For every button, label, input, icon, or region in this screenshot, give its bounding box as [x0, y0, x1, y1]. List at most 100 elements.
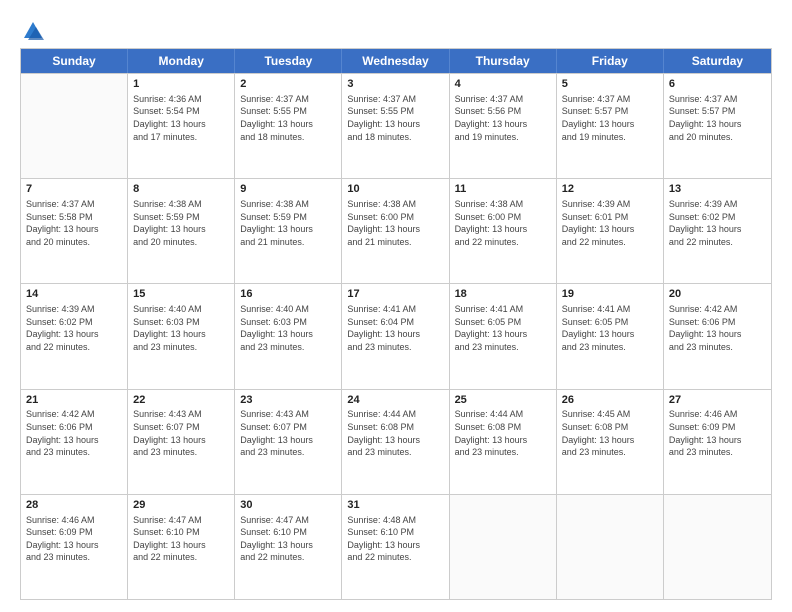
cal-cell: 3Sunrise: 4:37 AM Sunset: 5:55 PM Daylig…: [342, 74, 449, 178]
cal-row-0: 1Sunrise: 4:36 AM Sunset: 5:54 PM Daylig…: [21, 73, 771, 178]
cal-cell: 18Sunrise: 4:41 AM Sunset: 6:05 PM Dayli…: [450, 284, 557, 388]
cell-date: 22: [133, 393, 229, 408]
cell-date: 18: [455, 287, 551, 302]
cal-cell: 1Sunrise: 4:36 AM Sunset: 5:54 PM Daylig…: [128, 74, 235, 178]
cal-cell: 23Sunrise: 4:43 AM Sunset: 6:07 PM Dayli…: [235, 390, 342, 494]
cal-cell: 2Sunrise: 4:37 AM Sunset: 5:55 PM Daylig…: [235, 74, 342, 178]
cell-date: 24: [347, 393, 443, 408]
cell-date: 30: [240, 498, 336, 513]
cal-cell: [557, 495, 664, 599]
cell-info: Sunrise: 4:37 AM Sunset: 5:56 PM Dayligh…: [455, 93, 551, 143]
cell-date: 3: [347, 77, 443, 92]
cell-info: Sunrise: 4:44 AM Sunset: 6:08 PM Dayligh…: [455, 408, 551, 458]
cal-cell: [664, 495, 771, 599]
cal-cell: 16Sunrise: 4:40 AM Sunset: 6:03 PM Dayli…: [235, 284, 342, 388]
cell-date: 12: [562, 182, 658, 197]
cell-info: Sunrise: 4:46 AM Sunset: 6:09 PM Dayligh…: [669, 408, 766, 458]
cal-cell: 8Sunrise: 4:38 AM Sunset: 5:59 PM Daylig…: [128, 179, 235, 283]
cell-date: 6: [669, 77, 766, 92]
calendar-header-row: SundayMondayTuesdayWednesdayThursdayFrid…: [21, 49, 771, 73]
cell-date: 31: [347, 498, 443, 513]
cell-info: Sunrise: 4:38 AM Sunset: 5:59 PM Dayligh…: [240, 198, 336, 248]
cell-info: Sunrise: 4:41 AM Sunset: 6:04 PM Dayligh…: [347, 303, 443, 353]
cell-info: Sunrise: 4:43 AM Sunset: 6:07 PM Dayligh…: [240, 408, 336, 458]
cell-date: 27: [669, 393, 766, 408]
cell-info: Sunrise: 4:38 AM Sunset: 6:00 PM Dayligh…: [347, 198, 443, 248]
cell-info: Sunrise: 4:38 AM Sunset: 5:59 PM Dayligh…: [133, 198, 229, 248]
cell-info: Sunrise: 4:39 AM Sunset: 6:02 PM Dayligh…: [669, 198, 766, 248]
cal-cell: [21, 74, 128, 178]
cell-date: 16: [240, 287, 336, 302]
cell-date: 5: [562, 77, 658, 92]
cal-cell: 9Sunrise: 4:38 AM Sunset: 5:59 PM Daylig…: [235, 179, 342, 283]
cell-info: Sunrise: 4:36 AM Sunset: 5:54 PM Dayligh…: [133, 93, 229, 143]
cell-info: Sunrise: 4:39 AM Sunset: 6:02 PM Dayligh…: [26, 303, 122, 353]
cal-header-wednesday: Wednesday: [342, 49, 449, 73]
cell-info: Sunrise: 4:37 AM Sunset: 5:58 PM Dayligh…: [26, 198, 122, 248]
cell-info: Sunrise: 4:37 AM Sunset: 5:57 PM Dayligh…: [669, 93, 766, 143]
cal-cell: 13Sunrise: 4:39 AM Sunset: 6:02 PM Dayli…: [664, 179, 771, 283]
cell-date: 15: [133, 287, 229, 302]
cell-info: Sunrise: 4:42 AM Sunset: 6:06 PM Dayligh…: [26, 408, 122, 458]
cal-row-4: 28Sunrise: 4:46 AM Sunset: 6:09 PM Dayli…: [21, 494, 771, 599]
logo-icon: [22, 20, 44, 42]
page: SundayMondayTuesdayWednesdayThursdayFrid…: [0, 0, 792, 612]
cell-date: 8: [133, 182, 229, 197]
cal-cell: 30Sunrise: 4:47 AM Sunset: 6:10 PM Dayli…: [235, 495, 342, 599]
cal-cell: 17Sunrise: 4:41 AM Sunset: 6:04 PM Dayli…: [342, 284, 449, 388]
cal-cell: 22Sunrise: 4:43 AM Sunset: 6:07 PM Dayli…: [128, 390, 235, 494]
cal-cell: [450, 495, 557, 599]
calendar: SundayMondayTuesdayWednesdayThursdayFrid…: [20, 48, 772, 600]
cal-row-1: 7Sunrise: 4:37 AM Sunset: 5:58 PM Daylig…: [21, 178, 771, 283]
calendar-body: 1Sunrise: 4:36 AM Sunset: 5:54 PM Daylig…: [21, 73, 771, 599]
cell-date: 14: [26, 287, 122, 302]
cell-date: 19: [562, 287, 658, 302]
header: [20, 16, 772, 42]
cell-info: Sunrise: 4:42 AM Sunset: 6:06 PM Dayligh…: [669, 303, 766, 353]
cell-info: Sunrise: 4:46 AM Sunset: 6:09 PM Dayligh…: [26, 514, 122, 564]
cell-info: Sunrise: 4:40 AM Sunset: 6:03 PM Dayligh…: [240, 303, 336, 353]
cell-info: Sunrise: 4:37 AM Sunset: 5:55 PM Dayligh…: [240, 93, 336, 143]
cell-date: 29: [133, 498, 229, 513]
cal-header-monday: Monday: [128, 49, 235, 73]
cal-cell: 11Sunrise: 4:38 AM Sunset: 6:00 PM Dayli…: [450, 179, 557, 283]
cell-info: Sunrise: 4:41 AM Sunset: 6:05 PM Dayligh…: [562, 303, 658, 353]
cell-date: 1: [133, 77, 229, 92]
cal-cell: 25Sunrise: 4:44 AM Sunset: 6:08 PM Dayli…: [450, 390, 557, 494]
cal-cell: 15Sunrise: 4:40 AM Sunset: 6:03 PM Dayli…: [128, 284, 235, 388]
cal-row-3: 21Sunrise: 4:42 AM Sunset: 6:06 PM Dayli…: [21, 389, 771, 494]
cell-info: Sunrise: 4:37 AM Sunset: 5:55 PM Dayligh…: [347, 93, 443, 143]
cell-info: Sunrise: 4:38 AM Sunset: 6:00 PM Dayligh…: [455, 198, 551, 248]
cell-info: Sunrise: 4:39 AM Sunset: 6:01 PM Dayligh…: [562, 198, 658, 248]
cell-date: 4: [455, 77, 551, 92]
cell-date: 10: [347, 182, 443, 197]
cell-date: 11: [455, 182, 551, 197]
cell-info: Sunrise: 4:47 AM Sunset: 6:10 PM Dayligh…: [240, 514, 336, 564]
cell-info: Sunrise: 4:44 AM Sunset: 6:08 PM Dayligh…: [347, 408, 443, 458]
cal-cell: 19Sunrise: 4:41 AM Sunset: 6:05 PM Dayli…: [557, 284, 664, 388]
cal-cell: 10Sunrise: 4:38 AM Sunset: 6:00 PM Dayli…: [342, 179, 449, 283]
cell-info: Sunrise: 4:47 AM Sunset: 6:10 PM Dayligh…: [133, 514, 229, 564]
cell-date: 13: [669, 182, 766, 197]
cell-date: 25: [455, 393, 551, 408]
cal-cell: 31Sunrise: 4:48 AM Sunset: 6:10 PM Dayli…: [342, 495, 449, 599]
cal-header-saturday: Saturday: [664, 49, 771, 73]
cell-info: Sunrise: 4:37 AM Sunset: 5:57 PM Dayligh…: [562, 93, 658, 143]
cal-cell: 20Sunrise: 4:42 AM Sunset: 6:06 PM Dayli…: [664, 284, 771, 388]
cell-info: Sunrise: 4:40 AM Sunset: 6:03 PM Dayligh…: [133, 303, 229, 353]
cell-date: 20: [669, 287, 766, 302]
cal-cell: 29Sunrise: 4:47 AM Sunset: 6:10 PM Dayli…: [128, 495, 235, 599]
cell-date: 7: [26, 182, 122, 197]
cell-date: 28: [26, 498, 122, 513]
cell-date: 17: [347, 287, 443, 302]
cell-info: Sunrise: 4:48 AM Sunset: 6:10 PM Dayligh…: [347, 514, 443, 564]
cal-cell: 7Sunrise: 4:37 AM Sunset: 5:58 PM Daylig…: [21, 179, 128, 283]
cell-date: 2: [240, 77, 336, 92]
cal-header-friday: Friday: [557, 49, 664, 73]
cal-cell: 28Sunrise: 4:46 AM Sunset: 6:09 PM Dayli…: [21, 495, 128, 599]
cell-date: 21: [26, 393, 122, 408]
cell-date: 23: [240, 393, 336, 408]
cell-info: Sunrise: 4:41 AM Sunset: 6:05 PM Dayligh…: [455, 303, 551, 353]
cal-cell: 6Sunrise: 4:37 AM Sunset: 5:57 PM Daylig…: [664, 74, 771, 178]
cell-date: 9: [240, 182, 336, 197]
